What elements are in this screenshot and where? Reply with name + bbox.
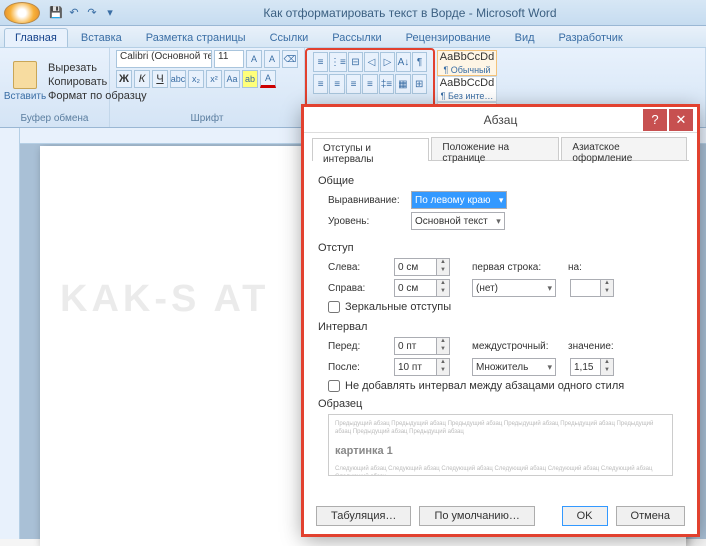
tab-view[interactable]: Вид bbox=[504, 28, 546, 47]
window-title: Как отформатировать текст в Ворде - Micr… bbox=[118, 6, 702, 20]
firstline-select[interactable]: (нет) bbox=[472, 279, 556, 297]
strikethrough-button[interactable]: abc bbox=[170, 70, 186, 88]
tab-home[interactable]: Главная bbox=[4, 28, 68, 47]
tab-linebreaks[interactable]: Положение на странице bbox=[431, 137, 559, 160]
justify-button[interactable]: ≡ bbox=[362, 74, 377, 94]
general-label: Общие bbox=[318, 175, 683, 187]
quick-access-toolbar: 💾 ↶ ↷ ▾ bbox=[48, 5, 118, 21]
font-color-button[interactable]: A bbox=[260, 70, 276, 88]
firstline-by-input[interactable]: ▲▼ bbox=[570, 279, 614, 297]
indent-right-input[interactable]: ▲▼ bbox=[394, 279, 450, 297]
redo-icon[interactable]: ↷ bbox=[84, 5, 100, 21]
multilevel-button[interactable]: ⊟ bbox=[348, 52, 363, 72]
no-space-same-style-label: Не добавлять интервал между абзацами одн… bbox=[345, 380, 624, 392]
firstline-label: первая строка: bbox=[472, 262, 560, 273]
align-left-button[interactable]: ≡ bbox=[313, 74, 328, 94]
tab-insert[interactable]: Вставка bbox=[70, 28, 133, 47]
align-center-button[interactable]: ≡ bbox=[329, 74, 344, 94]
space-before-input[interactable]: ▲▼ bbox=[394, 337, 450, 355]
dialog-titlebar: Абзац ? ✕ bbox=[304, 107, 697, 133]
indent-right-label: Справа: bbox=[328, 283, 386, 294]
increase-indent-button[interactable]: ▷ bbox=[380, 52, 395, 72]
font-label: Шрифт bbox=[116, 113, 298, 125]
dialog-body: Общие Выравнивание: По левому краю Урове… bbox=[304, 161, 697, 488]
tab-mailings[interactable]: Рассылки bbox=[321, 28, 392, 47]
dialog-tabs: Отступы и интервалы Положение на страниц… bbox=[312, 137, 689, 161]
space-after-input[interactable]: ▲▼ bbox=[394, 358, 450, 376]
dialog-title: Абзац bbox=[484, 113, 518, 127]
spacing-label: Интервал bbox=[318, 321, 683, 333]
borders-button[interactable]: ⊞ bbox=[412, 74, 427, 94]
underline-button[interactable]: Ч bbox=[152, 70, 168, 88]
highlight-button[interactable]: ab bbox=[242, 70, 258, 88]
font-name-select[interactable]: Calibri (Основной те bbox=[116, 50, 212, 68]
tab-asian[interactable]: Азиатское оформление bbox=[561, 137, 687, 160]
firstline-by-label: на: bbox=[568, 262, 608, 273]
sort-button[interactable]: A↓ bbox=[396, 52, 411, 72]
italic-button[interactable]: К bbox=[134, 70, 150, 88]
mirror-indents-label: Зеркальные отступы bbox=[345, 301, 451, 313]
space-before-label: Перед: bbox=[328, 341, 386, 352]
style-normal[interactable]: AaBbCcDd ¶ Обычный bbox=[437, 50, 497, 76]
cancel-button[interactable]: Отмена bbox=[616, 506, 685, 526]
shrink-font-icon[interactable]: A bbox=[264, 50, 280, 68]
indent-left-input[interactable]: ▲▼ bbox=[394, 258, 450, 276]
paste-label: Вставить bbox=[4, 91, 46, 102]
qat-dropdown-icon[interactable]: ▾ bbox=[102, 5, 118, 21]
paragraph-dialog: Абзац ? ✕ Отступы и интервалы Положение … bbox=[303, 106, 698, 535]
grow-font-icon[interactable]: A bbox=[246, 50, 262, 68]
alignment-select[interactable]: По левому краю bbox=[411, 191, 507, 209]
ribbon-tabs: Главная Вставка Разметка страницы Ссылки… bbox=[0, 26, 706, 48]
vertical-ruler[interactable] bbox=[0, 128, 20, 539]
linespacing-label: междустрочный: bbox=[472, 341, 560, 352]
ok-button[interactable]: OK bbox=[562, 506, 608, 526]
outline-level-label: Уровень: bbox=[328, 216, 403, 227]
paste-button[interactable]: Вставить bbox=[6, 50, 44, 113]
tab-developer[interactable]: Разработчик bbox=[548, 28, 634, 47]
decrease-indent-button[interactable]: ◁ bbox=[364, 52, 379, 72]
tab-review[interactable]: Рецензирование bbox=[395, 28, 502, 47]
line-spacing-button[interactable]: ‡≡ bbox=[379, 74, 394, 94]
clipboard-group: Вставить Вырезать Копировать Формат по о… bbox=[0, 48, 110, 127]
preview-box: Предыдущий абзац Предыдущий абзац Предыд… bbox=[328, 414, 673, 476]
paste-icon bbox=[13, 61, 37, 89]
numbering-button[interactable]: ⋮≡ bbox=[329, 52, 347, 72]
space-after-label: После: bbox=[328, 362, 386, 373]
clipboard-label: Буфер обмена bbox=[6, 113, 103, 125]
alignment-label: Выравнивание: bbox=[328, 195, 403, 206]
bold-button[interactable]: Ж bbox=[116, 70, 132, 88]
outline-level-select[interactable]: Основной текст bbox=[411, 212, 505, 230]
font-size-select[interactable]: 11 bbox=[214, 50, 244, 68]
dialog-close-button[interactable]: ✕ bbox=[669, 109, 693, 131]
align-right-button[interactable]: ≡ bbox=[346, 74, 361, 94]
default-button[interactable]: По умолчанию… bbox=[419, 506, 534, 526]
tabs-button[interactable]: Табуляция… bbox=[316, 506, 411, 526]
bullets-button[interactable]: ≡ bbox=[313, 52, 328, 72]
shading-button[interactable]: ▦ bbox=[395, 74, 410, 94]
linespacing-select[interactable]: Множитель bbox=[472, 358, 556, 376]
indent-left-label: Слева: bbox=[328, 262, 386, 273]
save-icon[interactable]: 💾 bbox=[48, 5, 64, 21]
clear-format-icon[interactable]: ⌫ bbox=[282, 50, 298, 68]
subscript-button[interactable]: x₂ bbox=[188, 70, 204, 88]
tab-indents[interactable]: Отступы и интервалы bbox=[312, 138, 429, 161]
tab-references[interactable]: Ссылки bbox=[259, 28, 320, 47]
superscript-button[interactable]: x² bbox=[206, 70, 222, 88]
title-bar: 💾 ↶ ↷ ▾ Как отформатировать текст в Ворд… bbox=[0, 0, 706, 26]
font-group: Calibri (Основной те 11 A A ⌫ Ж К Ч abc … bbox=[110, 48, 305, 127]
sample-label: Образец bbox=[318, 398, 683, 410]
undo-icon[interactable]: ↶ bbox=[66, 5, 82, 21]
show-marks-button[interactable]: ¶ bbox=[412, 52, 427, 72]
tab-layout[interactable]: Разметка страницы bbox=[135, 28, 257, 47]
dialog-help-button[interactable]: ? bbox=[643, 109, 667, 131]
linespacing-at-input[interactable]: ▲▼ bbox=[570, 358, 614, 376]
dialog-buttons: Табуляция… По умолчанию… OK Отмена bbox=[316, 506, 685, 526]
style-nospacing[interactable]: AaBbCcDd ¶ Без инте… bbox=[437, 76, 497, 102]
case-button[interactable]: Aa bbox=[224, 70, 240, 88]
office-button[interactable] bbox=[4, 2, 40, 24]
mirror-indents-checkbox[interactable] bbox=[328, 301, 340, 313]
indent-label: Отступ bbox=[318, 242, 683, 254]
no-space-same-style-checkbox[interactable] bbox=[328, 380, 340, 392]
linespacing-at-label: значение: bbox=[568, 341, 608, 352]
